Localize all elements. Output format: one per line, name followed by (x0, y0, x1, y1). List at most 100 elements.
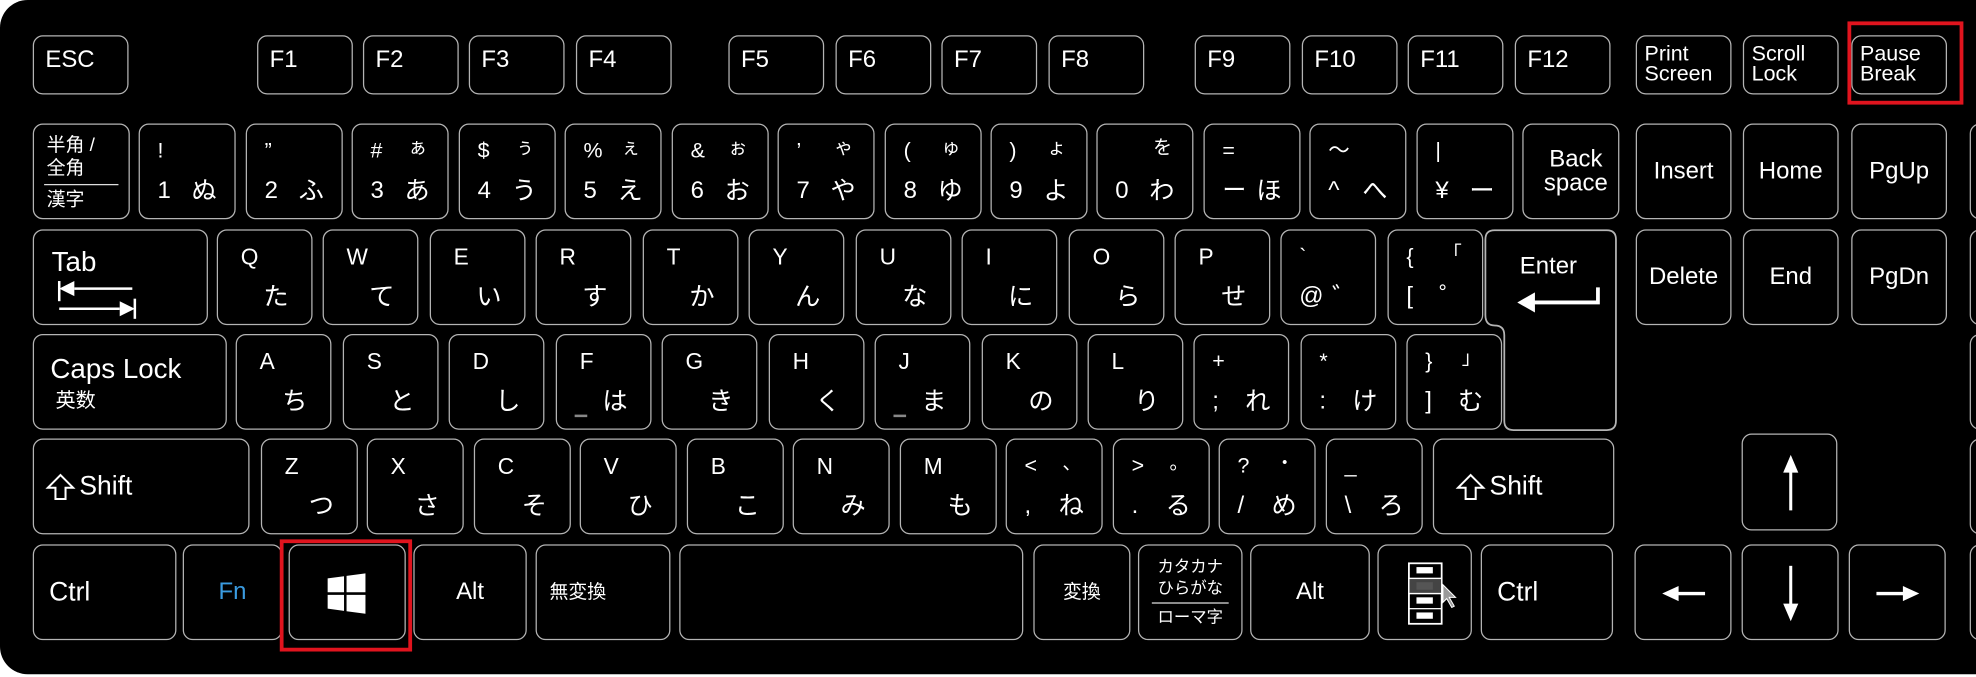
key-f6[interactable]: F6 (835, 35, 932, 95)
key-c[interactable]: Cそ (473, 438, 571, 535)
key-katakana-hiragana[interactable]: カタカナ ひらがな ローマ字 (1137, 544, 1243, 641)
key-m[interactable]: Mも (899, 438, 997, 535)
key-comma[interactable]: < 、, ね (1005, 438, 1103, 535)
key-left-ctrl[interactable]: Ctrl (32, 544, 177, 641)
key-caret[interactable]: ～ ^ へ (1309, 123, 1407, 220)
key-f9[interactable]: F9 (1194, 35, 1291, 95)
key-f10[interactable]: F10 (1301, 35, 1398, 95)
key-insert[interactable]: Insert (1635, 123, 1732, 220)
key-o[interactable]: Oら (1068, 229, 1165, 326)
key-f3[interactable]: F3 (468, 35, 565, 95)
key-6[interactable]: & ぉ 6 お (671, 123, 769, 220)
key-n[interactable]: Nみ (792, 438, 890, 535)
key-p[interactable]: Pせ (1174, 229, 1271, 326)
key-backspace[interactable]: Back space (1522, 123, 1620, 220)
numpad-key-partial[interactable] (1969, 333, 1976, 430)
key-f8[interactable]: F8 (1048, 35, 1145, 95)
key-l[interactable]: Lり (1087, 333, 1184, 430)
key-label-br: ー (1469, 177, 1495, 206)
key-semicolon[interactable]: +; れ (1193, 333, 1290, 430)
key-arrow-right[interactable] (1848, 544, 1946, 641)
key-3[interactable]: # ぁ 3 あ (351, 123, 449, 220)
key-f4[interactable]: F4 (575, 35, 672, 95)
key-caps-lock[interactable]: Caps Lock 英数 (32, 333, 227, 430)
key-f7[interactable]: F7 (941, 35, 1038, 95)
key-colon[interactable]: *: け (1300, 333, 1397, 430)
key-bracket-open[interactable]: {「 [゜ (1387, 229, 1484, 326)
key-menu[interactable] (1377, 544, 1472, 641)
key-a[interactable]: Aち (235, 333, 332, 430)
key-henkan[interactable]: 変換 (1033, 544, 1131, 641)
key-z[interactable]: Zつ (260, 438, 358, 535)
key-9[interactable]: ) ょ 9 よ (990, 123, 1088, 220)
key-end[interactable]: End (1742, 229, 1839, 326)
key-yen[interactable]: | ¥ ー (1416, 123, 1514, 220)
key-0[interactable]: を 0わ (1096, 123, 1194, 220)
key-e[interactable]: Eい (429, 229, 526, 326)
key-pgup[interactable]: PgUp (1851, 123, 1948, 220)
key-enter[interactable]: Enter (1484, 229, 1617, 431)
numpad-key-partial[interactable] (1969, 123, 1976, 220)
key-f[interactable]: Fは (555, 333, 652, 430)
key-label-br: く (815, 388, 841, 416)
key-d[interactable]: Dし (448, 333, 545, 430)
key-f1[interactable]: F1 (257, 35, 353, 95)
key-h[interactable]: Hく (768, 333, 865, 430)
key-2[interactable]: ” 2 ふ (245, 123, 343, 220)
key-arrow-up[interactable] (1741, 433, 1838, 531)
key-minus[interactable]: = ーほ (1203, 123, 1301, 220)
key-right-shift[interactable]: Shift (1432, 438, 1615, 535)
key-right-ctrl[interactable]: Ctrl (1480, 544, 1614, 641)
key-label-tl: F1 (269, 46, 298, 74)
key-at[interactable]: ` @ ゛ (1280, 229, 1377, 326)
key-bracket-close[interactable]: } 」] む (1406, 333, 1503, 430)
key-esc[interactable]: ESC (32, 35, 129, 95)
key-delete[interactable]: Delete (1635, 229, 1732, 326)
key-8[interactable]: (ゅ 8 ゆ (884, 123, 982, 220)
key-y[interactable]: Yん (748, 229, 845, 326)
key-home[interactable]: Home (1742, 123, 1839, 220)
key-w[interactable]: Wて (322, 229, 419, 326)
key-g[interactable]: Gき (661, 333, 758, 430)
key-f5[interactable]: F5 (728, 35, 825, 95)
key-4[interactable]: $ ぅ 4 う (458, 123, 556, 220)
key-pgdn[interactable]: PgDn (1851, 229, 1948, 326)
key-left-shift[interactable]: Shift (32, 438, 250, 535)
key-i[interactable]: Iに (961, 229, 1058, 326)
key-k[interactable]: Kの (981, 333, 1078, 430)
numpad-key-partial[interactable] (1969, 229, 1976, 326)
key-arrow-down[interactable] (1741, 544, 1839, 641)
key-x[interactable]: Xさ (366, 438, 464, 535)
key-space[interactable] (679, 544, 1024, 641)
key-j[interactable]: Jま (874, 333, 971, 430)
key-muhenkan[interactable]: 無変換 (535, 544, 671, 641)
key-fn[interactable]: Fn (182, 544, 283, 641)
key-r[interactable]: Rす (535, 229, 632, 326)
key-f11[interactable]: F11 (1407, 35, 1504, 95)
key-7[interactable]: ’ ゃ 7 や (777, 123, 875, 220)
key-arrow-left[interactable] (1634, 544, 1732, 641)
numpad-key-partial[interactable] (1969, 438, 1976, 535)
key-b[interactable]: Bこ (686, 438, 784, 535)
key-label-tl: F7 (953, 46, 982, 74)
key-s[interactable]: Sと (342, 333, 439, 430)
key-t[interactable]: Tか (642, 229, 739, 326)
key-q[interactable]: Qた (216, 229, 313, 326)
key-tab[interactable]: Tab (32, 229, 208, 326)
key-slash[interactable]: ? ・ / め (1218, 438, 1316, 535)
key-u[interactable]: Uな (855, 229, 952, 326)
key-scroll-lock[interactable]: Scroll Lock (1742, 35, 1839, 95)
key-hankaku-zenkaku[interactable]: 半角 / 全角 漢字 (32, 123, 130, 220)
key-backslash[interactable]: _ \ ろ (1325, 438, 1423, 535)
numpad-key-partial[interactable] (1969, 544, 1976, 641)
key-f12[interactable]: F12 (1514, 35, 1611, 95)
key-label-tl: Q (240, 244, 259, 270)
key-v[interactable]: Vひ (579, 438, 677, 535)
key-print-screen[interactable]: Print Screen (1635, 35, 1732, 95)
key-left-alt[interactable]: Alt (413, 544, 527, 641)
key-5[interactable]: % ぇ 5 え (564, 123, 662, 220)
key-f2[interactable]: F2 (362, 35, 459, 95)
key-period[interactable]: > 。. る (1112, 438, 1210, 535)
key-right-alt[interactable]: Alt (1250, 544, 1370, 641)
key-1[interactable]: ! 1 ぬ (138, 123, 236, 220)
